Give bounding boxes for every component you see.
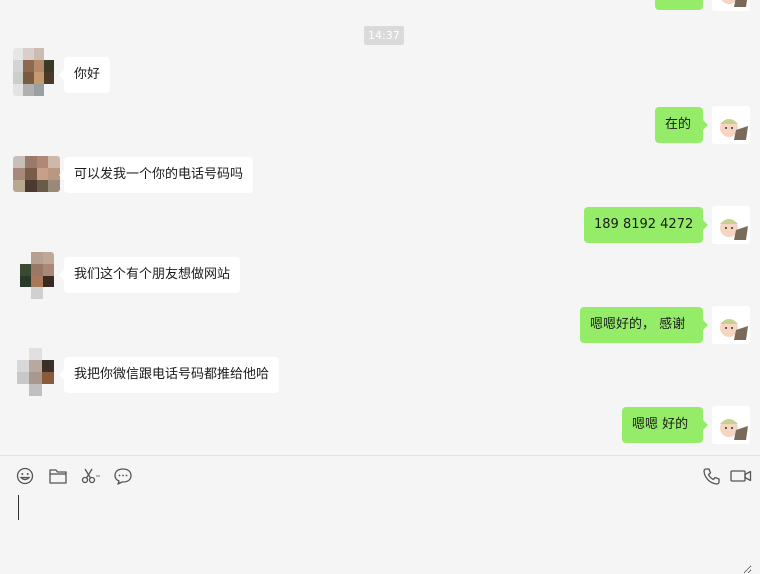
message-bubble-received[interactable]: 可以发我一个你的电话号码吗 xyxy=(58,157,254,193)
message-row-sent xyxy=(0,0,760,11)
message-bubble-sent[interactable]: 嗯嗯好的， 感谢 xyxy=(580,307,708,343)
avatar-self[interactable] xyxy=(712,0,750,11)
message-row-sent: 嗯嗯 好的 xyxy=(0,406,760,445)
chat-bubble-icon[interactable] xyxy=(112,466,134,486)
message-row-received: 我把你微信跟电话号码都推给他哈 xyxy=(0,348,760,396)
timestamp: 14:37 xyxy=(364,26,404,45)
message-row-received: 你好 xyxy=(0,48,760,96)
video-call-icon[interactable] xyxy=(729,466,753,486)
message-bubble-received[interactable]: 你好 xyxy=(58,57,111,93)
message-row-sent: 189 8192 4272 xyxy=(0,206,760,245)
emoji-icon[interactable] xyxy=(14,466,36,486)
scissors-icon[interactable] xyxy=(80,466,102,486)
avatar-self[interactable] xyxy=(712,306,750,344)
text-cursor xyxy=(18,495,19,520)
phone-icon[interactable] xyxy=(701,466,723,486)
message-row-received: 可以发我一个你的电话号码吗 xyxy=(0,156,760,195)
avatar-contact[interactable] xyxy=(13,48,54,96)
avatar-contact[interactable] xyxy=(13,156,60,192)
avatar-self[interactable] xyxy=(712,206,750,244)
message-bubble-sent[interactable]: 189 8192 4272 xyxy=(584,207,708,243)
message-list[interactable]: 14:37 你好 在的 可以发我一个你的电话号码吗 189 8192 4272 … xyxy=(0,0,760,455)
avatar-self[interactable] xyxy=(712,406,750,444)
message-bubble-sent[interactable] xyxy=(655,0,703,10)
message-bubble-received[interactable]: 我们这个有个朋友想做网站 xyxy=(58,257,241,293)
avatar-contact[interactable] xyxy=(17,348,54,396)
folder-icon[interactable] xyxy=(47,466,69,486)
message-input[interactable] xyxy=(12,490,752,574)
avatar-contact[interactable] xyxy=(20,252,54,299)
message-bubble-received[interactable]: 我把你微信跟电话号码都推给他哈 xyxy=(58,357,280,393)
message-bubble-sent[interactable]: 在的 xyxy=(655,107,708,143)
message-row-sent: 在的 xyxy=(0,106,760,145)
message-bubble-sent[interactable]: 嗯嗯 好的 xyxy=(622,407,708,443)
input-divider xyxy=(0,455,760,456)
avatar-self[interactable] xyxy=(712,106,750,144)
message-row-sent: 嗯嗯好的， 感谢 xyxy=(0,306,760,345)
message-row-received: 我们这个有个朋友想做网站 xyxy=(0,252,760,299)
